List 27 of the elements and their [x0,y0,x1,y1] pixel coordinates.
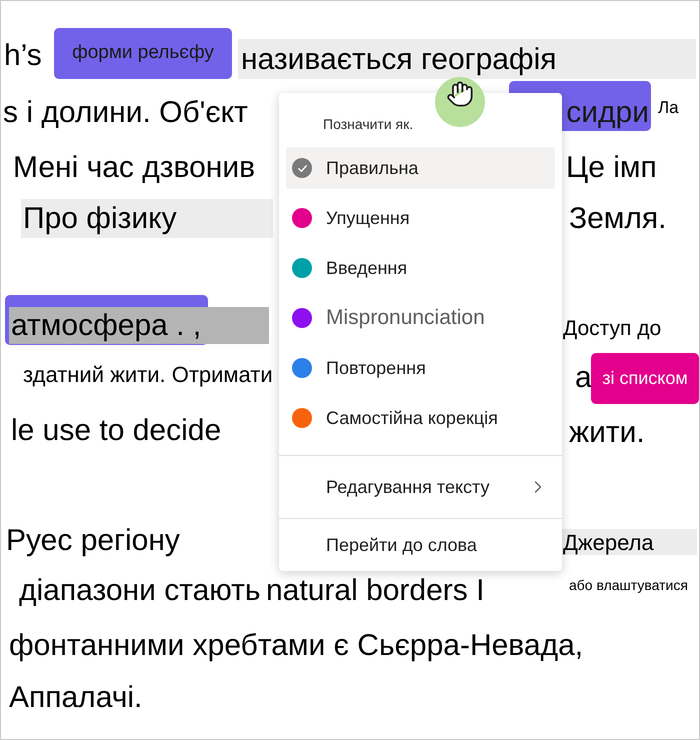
highlighted-text: називається географія [238,39,696,79]
highlighted-text: Джерела [561,529,697,555]
word-tag[interactable]: форми рельєфу [54,28,232,79]
body-text: діапазони стають [19,573,261,609]
body-text: a [575,360,592,396]
body-text: le use to decide [11,413,222,449]
body-text: s і долини. Об'єкт [3,95,248,131]
menu-item[interactable]: Перейти до слова [279,519,562,571]
body-text: Мені час дзвонив [13,150,256,186]
body-text: h’s [4,38,42,74]
highlighted-text: Про фізику [21,199,273,238]
body-text: Це імп [566,150,657,186]
body-text: natural borders I [266,573,484,609]
menu-item[interactable]: Введення [286,247,555,289]
menu-item[interactable]: Редагування тексту [279,456,562,518]
menu-item[interactable]: Упущення [286,197,555,239]
menu-item[interactable]: Правильна [286,147,555,189]
selected-text: атмосфера . , [9,307,269,344]
body-text: Руес регіону [6,523,180,559]
body-text: жити. [569,415,645,451]
body-text: Аппалачі. [9,680,142,716]
menu-item[interactable]: Самостійна корекція [286,397,555,439]
body-text: Земля. [569,201,667,237]
menu-heading: Позначити як. [323,115,414,134]
body-text: фонтанними хребтами є Сьєрра-Невада, [9,628,584,664]
word-tag[interactable]: зі списком [591,353,699,404]
menu-item[interactable]: Повторення [286,347,555,389]
